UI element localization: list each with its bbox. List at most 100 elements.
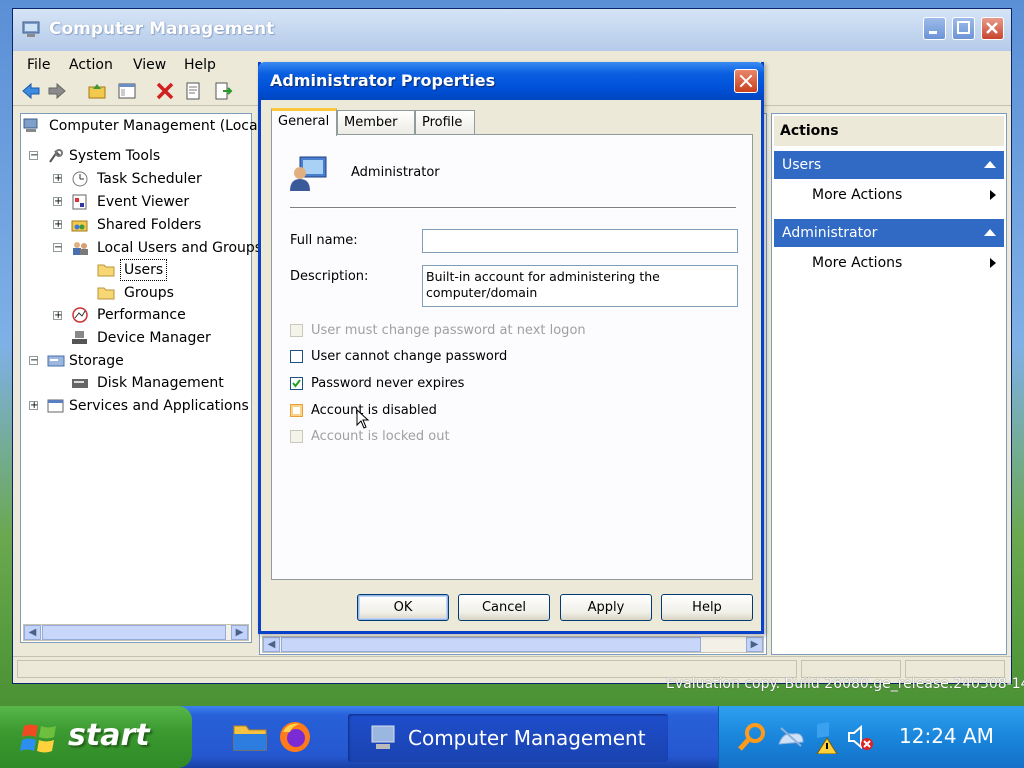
tree-horizontal-scrollbar[interactable]: ◀ ▶ [23, 624, 249, 641]
actions-section-administrator[interactable]: Administrator [774, 219, 1004, 247]
search-icon[interactable] [737, 722, 767, 752]
dialog-close-button[interactable] [734, 69, 758, 93]
computer-management-icon [22, 21, 40, 37]
back-icon[interactable] [21, 81, 41, 101]
scroll-left-button[interactable]: ◀ [24, 625, 41, 640]
checkmark-icon [292, 379, 301, 388]
start-button[interactable]: start [0, 706, 192, 768]
checkbox-label: User cannot change password [311, 349, 508, 364]
section-title: Users [782, 157, 822, 173]
password-never-expires-checkbox[interactable] [290, 377, 303, 390]
collapse-local-users-groups[interactable]: − [53, 243, 62, 253]
forward-icon[interactable] [47, 81, 67, 101]
mouse-cursor-icon [356, 409, 370, 429]
windows-logo-icon [20, 724, 56, 753]
scroll-left-button[interactable]: ◀ [263, 637, 280, 652]
expand-services-applications[interactable]: + [29, 401, 38, 411]
scroll-right-button[interactable]: ▶ [231, 625, 248, 640]
tab-member-of[interactable]: Member Of [337, 110, 415, 154]
more-actions-administrator[interactable]: More Actions [812, 250, 1000, 276]
delete-icon[interactable] [155, 81, 175, 101]
cannot-change-password-checkbox[interactable] [290, 350, 303, 363]
more-actions-users[interactable]: More Actions [812, 182, 1000, 208]
description-input[interactable]: Built-in account for administering the c… [422, 265, 738, 307]
collapse-storage[interactable]: − [29, 356, 38, 366]
checkbox-label: Account is disabled [311, 403, 437, 418]
system-clock[interactable]: 12:24 AM [899, 724, 994, 748]
maximize-icon [957, 21, 970, 34]
tree-label: Services and Applications [69, 398, 249, 414]
network-disconnected-icon[interactable] [775, 726, 807, 748]
tree-label: System Tools [69, 148, 161, 164]
folder-icon [97, 287, 115, 300]
services-icon [47, 399, 64, 413]
expand-shared-folders[interactable]: + [53, 220, 62, 230]
dialog-title: Administrator Properties [270, 71, 496, 90]
tree-label: Disk Management [97, 375, 224, 391]
checkbox-label: Account is locked out [311, 429, 450, 444]
close-window-button[interactable] [981, 17, 1004, 40]
up-folder-icon[interactable] [87, 81, 107, 101]
tab-profile[interactable]: Profile [415, 110, 475, 134]
window-title-bar[interactable]: Computer Management [13, 9, 1011, 51]
security-warning-icon[interactable] [813, 720, 843, 754]
menu-file[interactable]: File [27, 57, 50, 73]
shared-folder-icon [71, 220, 88, 232]
minimize-icon [929, 31, 937, 34]
tab-general[interactable]: General [271, 108, 337, 136]
general-tab-panel: Administrator Full name: Description: Bu… [271, 134, 753, 580]
maximize-button[interactable] [952, 17, 975, 40]
scroll-right-button[interactable]: ▶ [746, 637, 763, 652]
account-disabled-checkbox[interactable] [290, 404, 303, 417]
event-viewer-icon [72, 194, 87, 210]
computer-management-icon [23, 118, 38, 132]
clock-icon [72, 171, 88, 187]
system-tools-icon [49, 149, 63, 163]
tree-label: Local Users and Groups [97, 240, 263, 256]
must-change-password-checkbox [290, 324, 303, 337]
help-button[interactable]: Help [661, 594, 753, 621]
tree-label: Performance [97, 307, 186, 323]
scroll-thumb[interactable] [281, 637, 701, 652]
collapse-caret-icon[interactable] [984, 229, 996, 236]
collapse-caret-icon[interactable] [984, 161, 996, 168]
user-name-heading: Administrator [351, 165, 440, 180]
actions-pane: Actions Users More Actions Administrator… [771, 113, 1007, 655]
full-name-input[interactable] [422, 229, 738, 253]
minimize-button[interactable] [923, 17, 946, 40]
expand-event-viewer[interactable]: + [53, 197, 62, 207]
console-tree: Computer Management (Local) − System Too… [20, 113, 267, 643]
taskbar-item-computer-management[interactable]: Computer Management [348, 714, 668, 762]
menu-view[interactable]: View [133, 57, 166, 73]
separator [290, 207, 736, 209]
cancel-button[interactable]: Cancel [458, 594, 550, 621]
close-icon [986, 22, 998, 34]
ok-button[interactable]: OK [357, 594, 449, 621]
actions-section-users[interactable]: Users [774, 151, 1004, 179]
dialog-title-bar[interactable]: Administrator Properties [258, 62, 764, 100]
firefox-icon[interactable] [278, 720, 312, 754]
checkbox-label: User must change password at next logon [311, 323, 586, 338]
properties-icon[interactable] [183, 81, 203, 101]
checkbox-label: Password never expires [311, 376, 465, 391]
tree-label: Users [119, 259, 168, 281]
apply-button[interactable]: Apply [560, 594, 652, 621]
collapse-system-tools[interactable]: − [29, 151, 38, 161]
volume-muted-icon[interactable] [845, 724, 875, 752]
menu-help[interactable]: Help [184, 57, 216, 73]
tree-label: Storage [69, 353, 124, 369]
tree-label: Device Manager [97, 330, 211, 346]
expand-task-scheduler[interactable]: + [53, 174, 62, 184]
performance-icon [72, 307, 88, 323]
start-label: start [68, 718, 150, 753]
menu-action[interactable]: Action [69, 57, 113, 73]
show-hide-tree-icon[interactable] [117, 81, 137, 101]
results-horizontal-scrollbar[interactable]: ◀ ▶ [262, 636, 764, 653]
export-list-icon[interactable] [213, 81, 233, 101]
description-label: Description: [290, 269, 369, 284]
disk-management-icon [72, 379, 88, 388]
tree-label: Computer Management (Local) [49, 118, 267, 134]
expand-performance[interactable]: + [53, 311, 62, 321]
scroll-thumb[interactable] [42, 625, 226, 640]
file-explorer-icon[interactable] [232, 722, 268, 752]
